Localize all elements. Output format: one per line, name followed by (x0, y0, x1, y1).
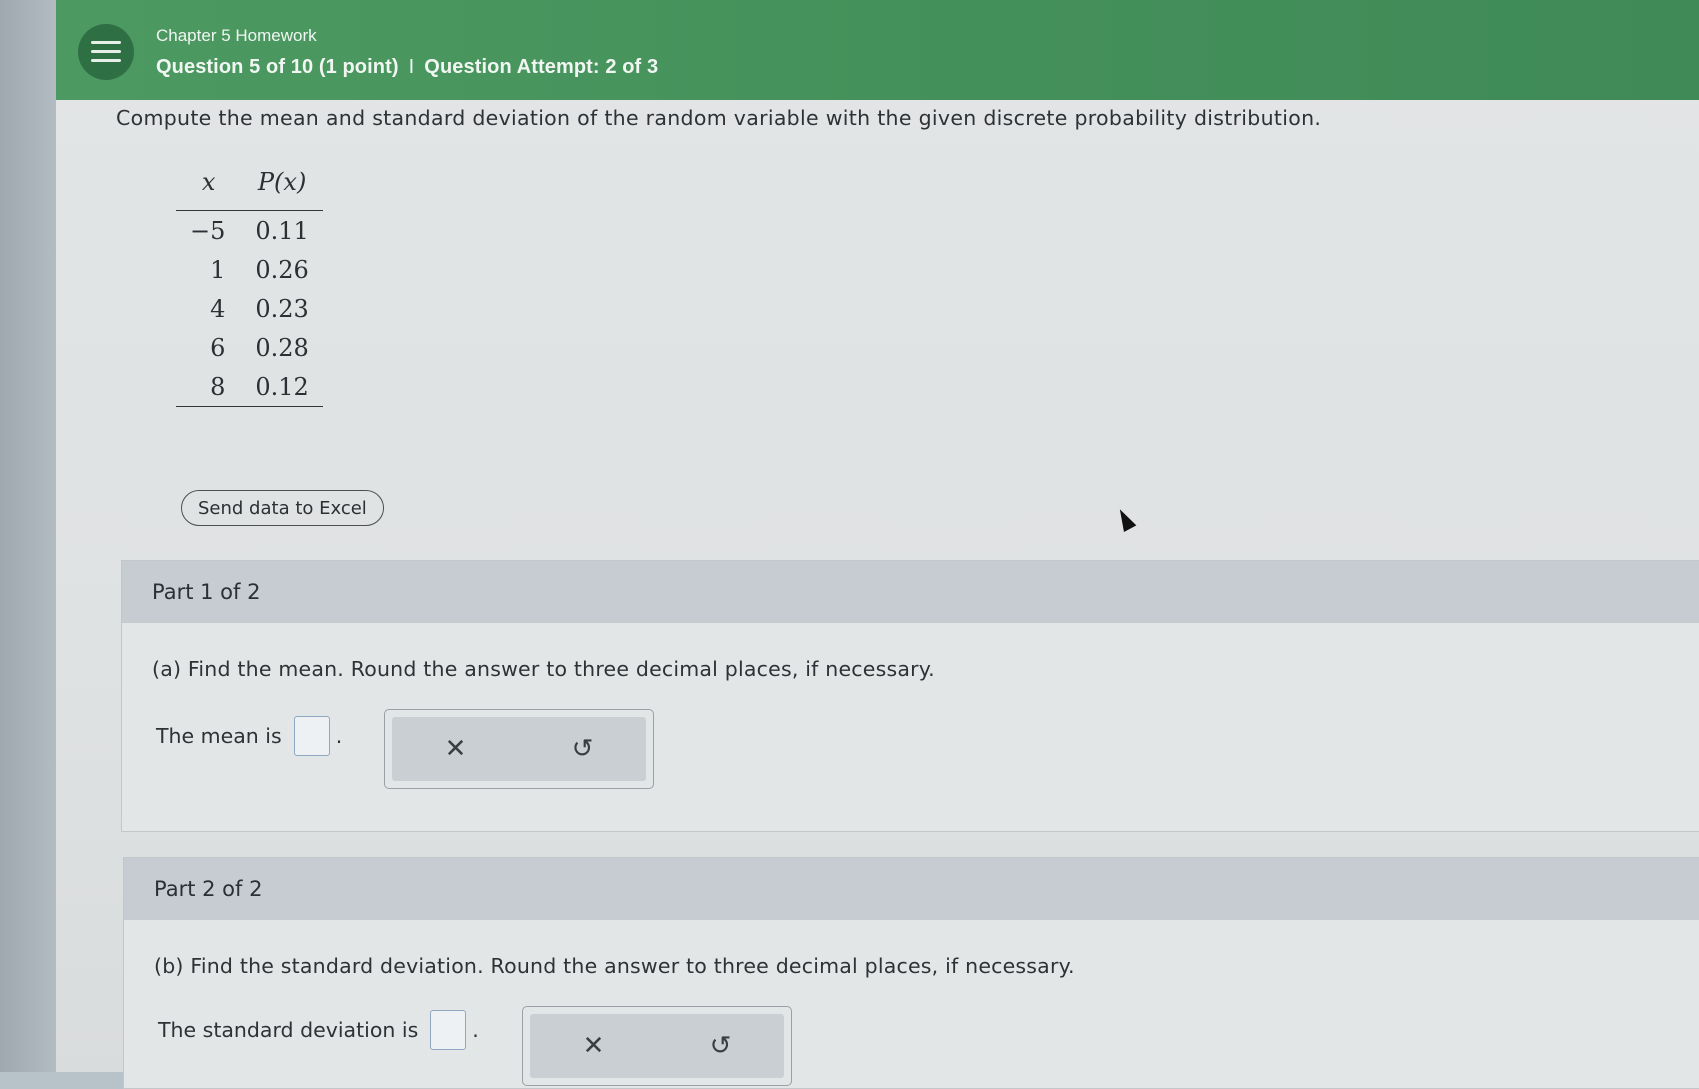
table-row: 6 0.28 (176, 328, 323, 367)
attempt-info: Question Attempt: 2 of 3 (424, 56, 659, 78)
mean-answer-input[interactable] (293, 716, 330, 756)
table-row: −5 0.11 (176, 211, 323, 251)
x-value: 4 (210, 294, 226, 323)
period: . (472, 1018, 479, 1042)
undo-icon[interactable]: ↺ (691, 1021, 751, 1071)
left-edge-strip (0, 0, 58, 1072)
x-value: −5 (190, 216, 226, 245)
sd-answer-line: The standard deviation is . (158, 1010, 479, 1050)
part-2-tool-panel: ✕ ↺ (522, 1006, 792, 1086)
mean-label: The mean is (156, 724, 282, 748)
part-1-heading: Part 1 of 2 (122, 561, 1699, 623)
clear-icon[interactable]: ✕ (564, 1021, 624, 1071)
question-info-line: Question 5 of 10 (1 point) I Question Atte… (156, 56, 658, 79)
table-row: 8 0.12 (176, 367, 323, 407)
part-2-heading: Part 2 of 2 (124, 858, 1699, 920)
probability-distribution-table: x P(x) −5 0.11 1 0.26 4 0.23 6 0.28 8 0.… (176, 162, 323, 407)
column-header-px: P(x) (257, 168, 307, 196)
probability-value: 0.12 (255, 372, 309, 401)
part-1-panel: Part 1 of 2 (a) Find the mean. Round the… (121, 560, 1699, 832)
send-to-excel-button[interactable]: Send data to Excel (181, 490, 384, 526)
page: Chapter 5 Homework Question 5 of 10 (1 p… (56, 0, 1699, 1089)
part-1-tool-panel: ✕ ↺ (384, 709, 654, 789)
problem-prompt: Compute the mean and standard deviation … (116, 106, 1322, 130)
menu-button[interactable] (78, 24, 134, 80)
clear-icon[interactable]: ✕ (426, 724, 486, 774)
mean-answer-line: The mean is . (156, 716, 342, 756)
column-header-x: x (201, 168, 216, 196)
assignment-title: Chapter 5 Homework (156, 26, 317, 45)
question-number: Question 5 of 10 (1 point) (156, 56, 399, 78)
table-row: 1 0.26 (176, 250, 323, 289)
period: . (335, 724, 343, 748)
x-value: 1 (210, 255, 226, 284)
probability-value: 0.28 (255, 333, 309, 362)
part-1-tool-bar: ✕ ↺ (392, 717, 646, 781)
header-bar: Chapter 5 Homework Question 5 of 10 (1 p… (56, 0, 1699, 100)
part-1-question: (a) Find the mean. Round the answer to t… (152, 657, 935, 681)
x-value: 8 (210, 372, 226, 401)
probability-value: 0.11 (255, 216, 309, 245)
hamburger-icon (91, 41, 121, 63)
x-value: 6 (210, 333, 226, 362)
undo-icon[interactable]: ↺ (553, 724, 613, 774)
sd-answer-input[interactable] (430, 1010, 467, 1050)
table-row: 4 0.23 (176, 289, 323, 328)
probability-value: 0.26 (255, 255, 309, 284)
sd-label: The standard deviation is (158, 1018, 419, 1042)
probability-value: 0.23 (255, 294, 309, 323)
part-2-question: (b) Find the standard deviation. Round t… (154, 954, 1075, 978)
part-2-panel: Part 2 of 2 (b) Find the standard deviat… (123, 857, 1699, 1089)
header-separator: I (408, 56, 415, 78)
part-2-tool-bar: ✕ ↺ (530, 1014, 784, 1078)
